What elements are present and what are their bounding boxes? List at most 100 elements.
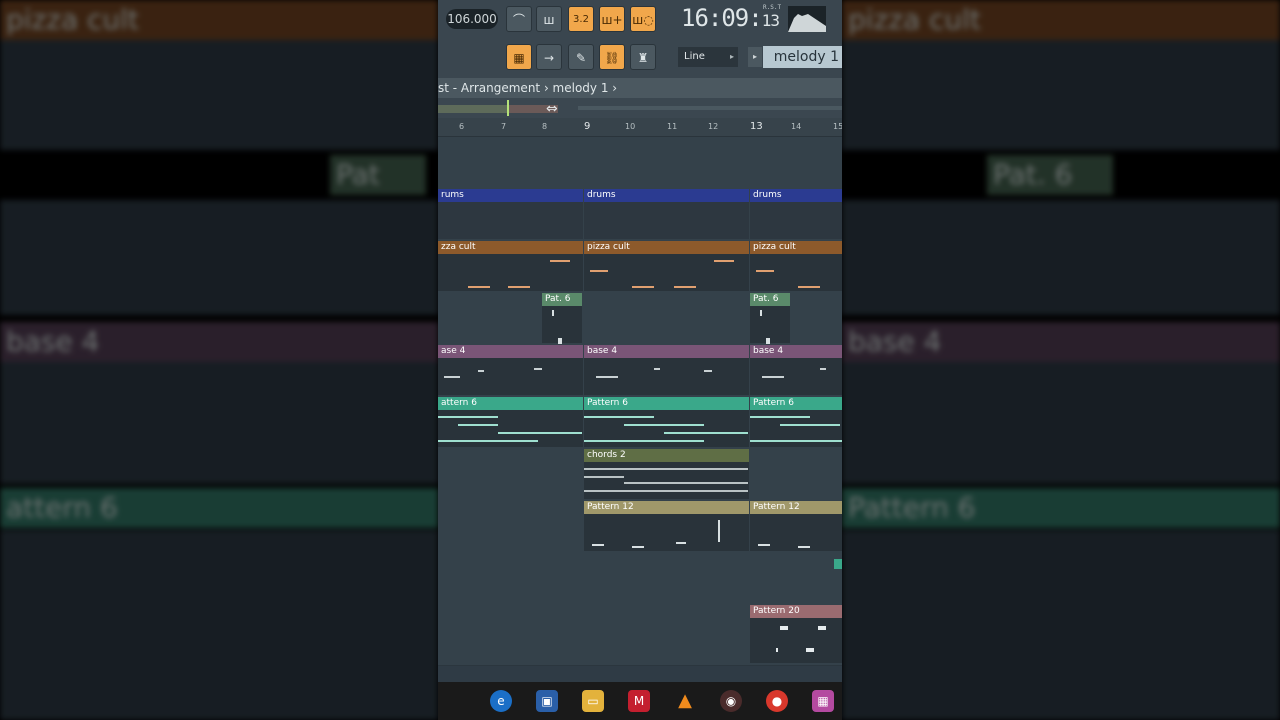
- pattern-clip[interactable]: chords 2: [584, 449, 749, 499]
- file-explorer-icon[interactable]: ▭: [582, 690, 604, 712]
- track-lane[interactable]: [438, 553, 842, 606]
- bar-number: 15: [833, 122, 842, 131]
- pattern-clip[interactable]: Pattern 6: [584, 397, 749, 447]
- bg-clip-label: Pat. 6: [987, 155, 1113, 195]
- clock-main: 16:09: [681, 4, 749, 32]
- metronome-icon[interactable]: ⌒: [506, 6, 532, 32]
- snap-mode-label: Line: [684, 51, 705, 62]
- clip-title: Pattern 6: [584, 397, 749, 410]
- toolbar: 106.000 ⌒ ш 3.2 ш+ ш◌ 16:09:13 R.S.T ▦ →…: [438, 0, 842, 78]
- pattern-clip[interactable]: ase 4: [438, 345, 583, 395]
- bg-clip-label: base 4: [0, 322, 438, 362]
- arrow-icon[interactable]: →: [536, 44, 562, 70]
- chrome-icon[interactable]: ●: [766, 690, 788, 712]
- link-icon[interactable]: ⛓: [599, 44, 625, 70]
- loop-icon[interactable]: ш◌: [630, 6, 656, 32]
- pattern-clip[interactable]: rums: [438, 189, 583, 239]
- clip-title: drums: [584, 189, 749, 202]
- track-lane[interactable]: Pat. 6 Pat. 6: [438, 293, 842, 346]
- windows-taskbar: e ▣ ▭ M ▲ ◉ ● ▦: [438, 682, 842, 720]
- wait-icon[interactable]: ш: [536, 6, 562, 32]
- pattern-clip[interactable]: drums: [750, 189, 842, 239]
- mcafee-icon[interactable]: M: [628, 690, 650, 712]
- app-icon[interactable]: ▦: [812, 690, 834, 712]
- clip-title: attern 6: [438, 397, 583, 410]
- track-lane[interactable]: ase 4 base 4 base 4: [438, 345, 842, 398]
- pattern-selector[interactable]: melody 1: [763, 46, 842, 68]
- clip-title: pizza cult: [584, 241, 749, 254]
- track-lane[interactable]: zza cult pizza cult pizza cult: [438, 241, 842, 294]
- breadcrumb: st - Arrangement › melody 1 ›: [438, 78, 842, 98]
- background-left: pizza cult Pat base 4 attern 6: [0, 0, 438, 720]
- edge-icon[interactable]: e: [490, 690, 512, 712]
- pattern-clip[interactable]: Pattern 6: [750, 397, 842, 447]
- clip-title: Pattern 6: [750, 397, 842, 410]
- clip-edge[interactable]: [834, 559, 842, 569]
- pattern-clip[interactable]: base 4: [584, 345, 749, 395]
- clip-title: Pattern 12: [584, 501, 749, 514]
- clip-title: ase 4: [438, 345, 583, 358]
- track-lane[interactable]: rums drums drums: [438, 189, 842, 242]
- bar-number: 14: [791, 122, 802, 131]
- tempo-display[interactable]: 106.000: [446, 9, 498, 29]
- countdown-button[interactable]: 3.2: [568, 6, 594, 32]
- clip-title: Pattern 20: [750, 605, 842, 618]
- clip-title: Pat. 6: [750, 293, 790, 306]
- clip-title: pizza cult: [750, 241, 842, 254]
- store-icon[interactable]: ▣: [536, 690, 558, 712]
- playlist-overview[interactable]: ⇔: [438, 98, 842, 118]
- bg-clip-label: Pat: [330, 155, 426, 195]
- clock-seconds: 13: [761, 11, 780, 30]
- pattern-clip[interactable]: pizza cult: [584, 241, 749, 291]
- bg-clip-label: base 4: [842, 322, 1280, 362]
- brush-icon[interactable]: ✎: [568, 44, 594, 70]
- pattern-clip[interactable]: drums: [584, 189, 749, 239]
- stamp-icon[interactable]: ♜: [630, 44, 656, 70]
- pattern-clip[interactable]: base 4: [750, 345, 842, 395]
- bg-clip-label: Pattern 6: [842, 488, 1280, 528]
- pattern-clip[interactable]: Pattern 12: [584, 501, 749, 551]
- pattern-clip[interactable]: Pattern 12: [750, 501, 842, 551]
- pattern-clip[interactable]: pizza cult: [750, 241, 842, 291]
- clip-title: Pattern 12: [750, 501, 842, 514]
- clock-label: R.S.T: [763, 4, 782, 11]
- track-lane[interactable]: attern 6 Pattern 6 Pattern 6: [438, 397, 842, 450]
- media-icon[interactable]: ◉: [720, 690, 742, 712]
- waveform-monitor: [788, 6, 826, 32]
- pattern-clip[interactable]: zza cult: [438, 241, 583, 291]
- clip-title: base 4: [750, 345, 842, 358]
- fl-studio-window: 106.000 ⌒ ш 3.2 ш+ ш◌ 16:09:13 R.S.T ▦ →…: [438, 0, 842, 682]
- step-icon[interactable]: ш+: [599, 6, 625, 32]
- pattern-clip[interactable]: attern 6: [438, 397, 583, 447]
- bg-clip-label: pizza cult: [842, 0, 1280, 40]
- song-position-clock: 16:09:13 R.S.T: [681, 4, 782, 32]
- bg-clip-label: attern 6: [0, 488, 438, 528]
- svg-text:⇔: ⇔: [546, 101, 558, 117]
- background-right: pizza cult Pat. 6 base 4 Pattern 6: [842, 0, 1280, 720]
- track-lane[interactable]: [438, 137, 842, 190]
- chevron-right-icon: ▸: [729, 52, 734, 61]
- bar-number: 7: [501, 122, 507, 131]
- bar-number: 8: [542, 122, 548, 131]
- bar-number: 6: [459, 122, 465, 131]
- pattern-clip[interactable]: Pat. 6: [750, 293, 790, 344]
- clip-title: base 4: [584, 345, 749, 358]
- track-lane[interactable]: Pattern 20: [438, 605, 842, 666]
- track-lane[interactable]: Pattern 12 Pattern 12: [438, 501, 842, 554]
- bar-number: 12: [708, 122, 719, 131]
- play-pattern-icon[interactable]: ▸: [748, 47, 762, 67]
- timeline-ruler[interactable]: 6 7 8 9 10 11 12 13 14 15: [438, 118, 842, 137]
- bar-number: 11: [667, 122, 678, 131]
- clip-title: chords 2: [584, 449, 749, 462]
- bar-number: 10: [625, 122, 636, 131]
- clip-title: drums: [750, 189, 842, 202]
- clip-title: Pat. 6: [542, 293, 582, 306]
- snap-mode-select[interactable]: Line ▸: [678, 47, 738, 67]
- bar-number: 13: [750, 121, 763, 132]
- piano-icon[interactable]: ▦: [506, 44, 532, 70]
- pattern-clip[interactable]: Pat. 6: [542, 293, 582, 344]
- vlc-icon[interactable]: ▲: [674, 690, 696, 712]
- pattern-clip[interactable]: Pattern 20: [750, 605, 842, 663]
- clip-title: zza cult: [438, 241, 583, 254]
- track-lane[interactable]: chords 2: [438, 449, 842, 502]
